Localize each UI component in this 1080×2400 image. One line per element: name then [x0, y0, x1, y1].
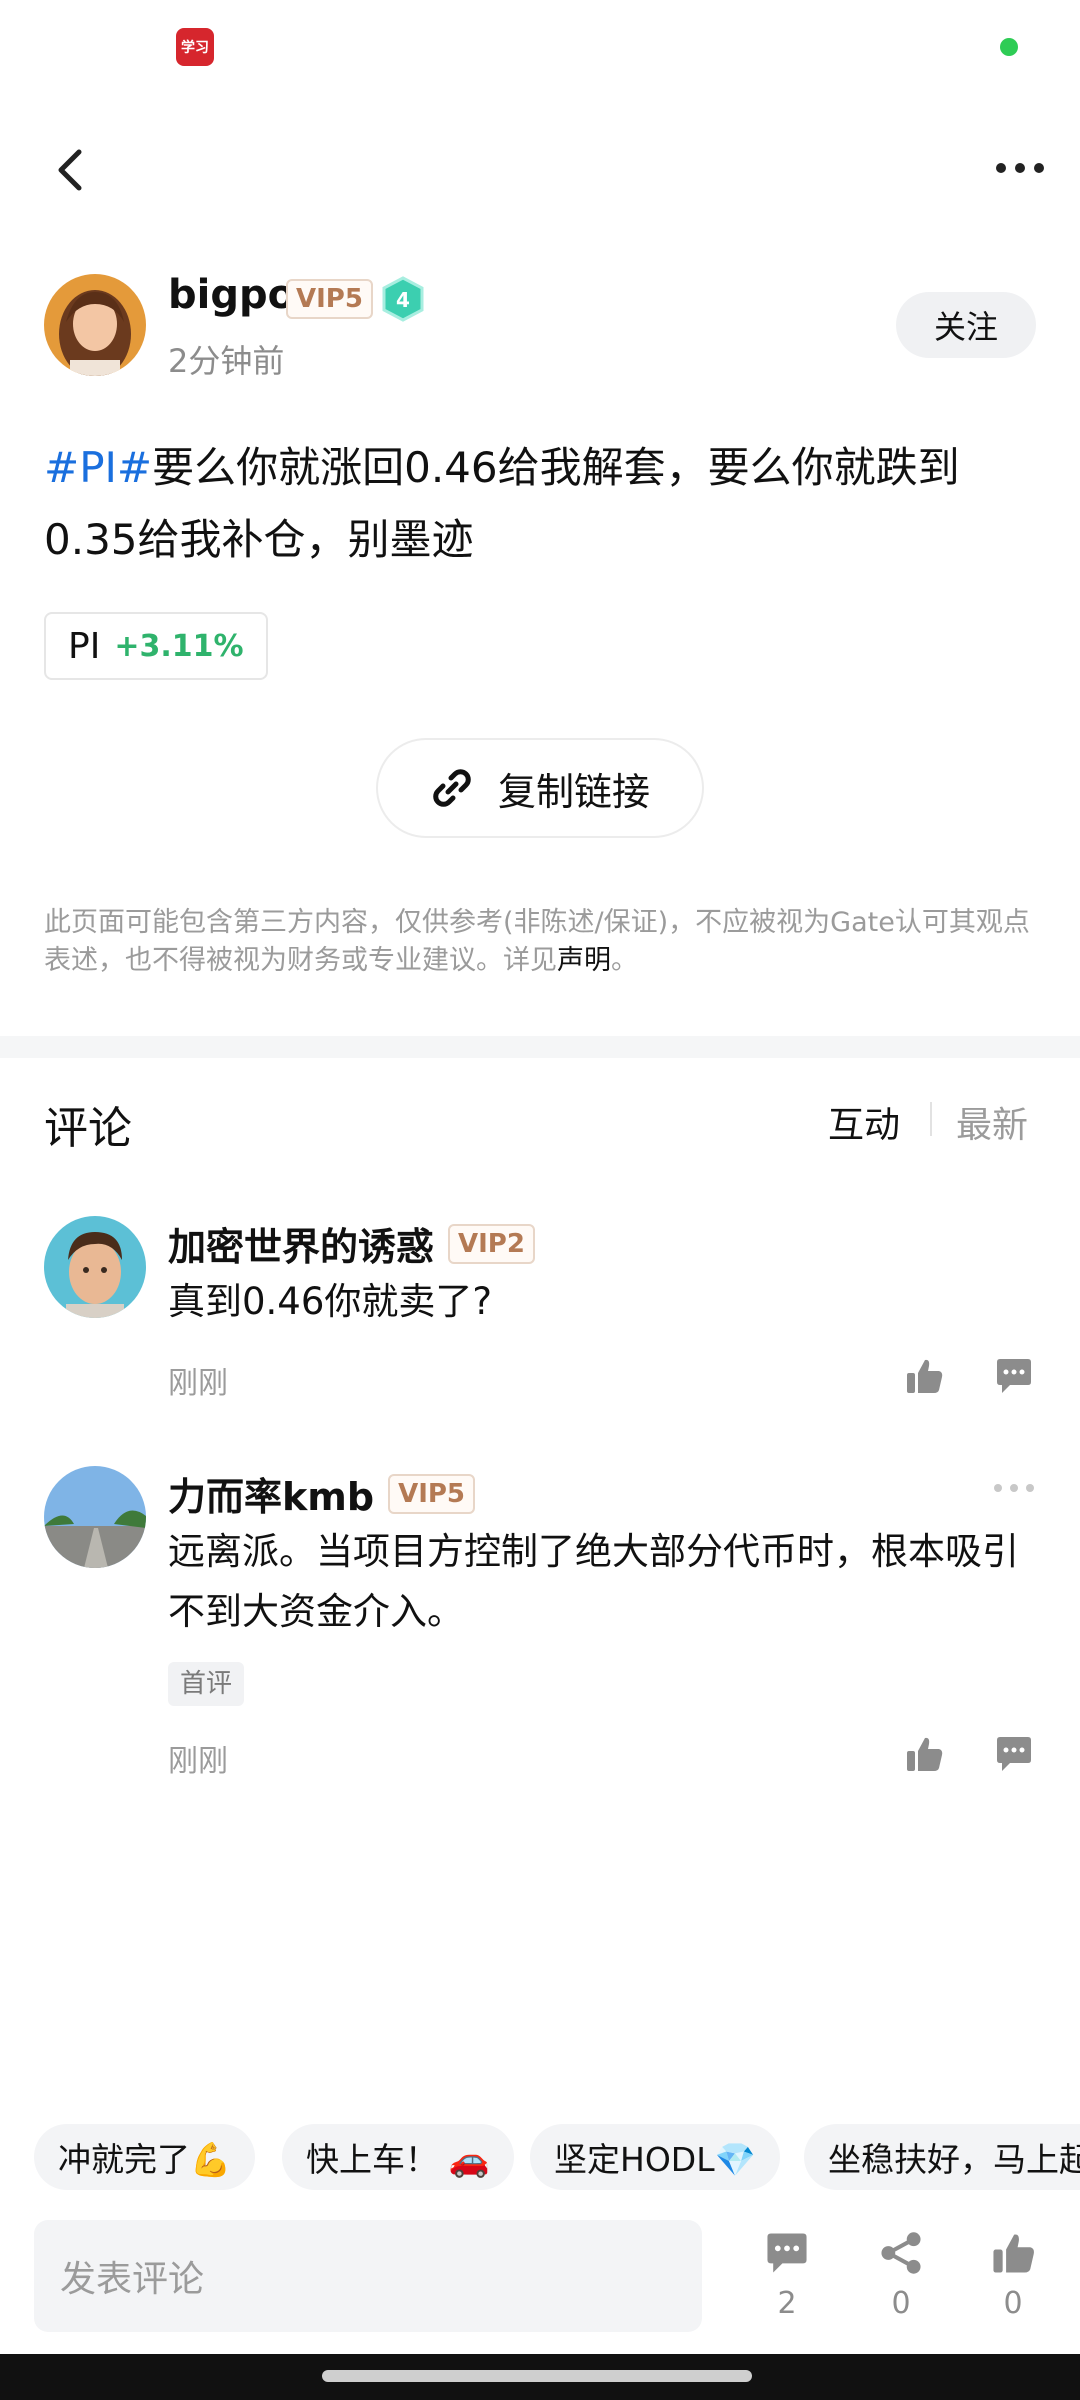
quick-reply-chip[interactable]: 快上车！ 🚗: [282, 2124, 514, 2190]
more-options-button[interactable]: [990, 150, 1050, 186]
author-name[interactable]: bigpo: [168, 272, 295, 318]
copy-link-button[interactable]: 复制链接: [376, 738, 704, 838]
comments-title: 评论: [44, 1103, 132, 1154]
comments-count: 2: [777, 2286, 797, 2321]
first-comment-tag: 首评: [168, 1662, 245, 1706]
level-badge: 4: [380, 276, 426, 322]
comment-header: 加密世界的诱惑 VIP2: [168, 1216, 535, 1271]
level-hexagon-icon: 4: [382, 276, 424, 322]
like-button[interactable]: [904, 1734, 944, 1774]
disclaimer-link[interactable]: 声明: [557, 945, 611, 976]
reply-button[interactable]: [994, 1734, 1034, 1774]
status-indicator-dot: [1000, 38, 1018, 56]
more-dots-icon: [994, 1484, 1002, 1492]
vip-badge: VIP5: [388, 1473, 476, 1514]
comment-more-button[interactable]: [994, 1484, 1034, 1492]
svg-text:4: 4: [396, 288, 410, 312]
share-button[interactable]: 0: [866, 2230, 936, 2321]
comment-author-name[interactable]: 力而率kmb: [168, 1466, 374, 1521]
sort-divider: [930, 1102, 932, 1136]
like-post-button[interactable]: 0: [978, 2230, 1048, 2321]
more-dots-icon: [996, 163, 1006, 173]
link-icon: [433, 769, 471, 807]
vip-badge: VIP2: [448, 1223, 535, 1264]
ticker-symbol: PI: [68, 625, 101, 667]
comment-text: 真到0.46你就卖了?: [168, 1280, 493, 1323]
quick-reply-chip[interactable]: 冲就完了💪: [34, 2124, 256, 2190]
comment-bubble-icon: [767, 2233, 807, 2273]
post-content: #PI#要么你就涨回0.46给我解套，要么你就跌到0.35给我补仓，别墨迹: [44, 432, 1034, 576]
hashtag-link[interactable]: #PI#: [44, 443, 152, 492]
comment-time: 刚刚: [168, 1366, 228, 1401]
sort-tab-latest[interactable]: 最新: [956, 1096, 1028, 1148]
comment-header: 力而率kmb VIP5: [168, 1466, 476, 1521]
thumbs-up-icon: [993, 2234, 1034, 2273]
quick-reply-chip[interactable]: 坚定HODL💎: [530, 2124, 780, 2190]
home-indicator[interactable]: [322, 2370, 752, 2382]
section-divider: [0, 1036, 1080, 1058]
post-text: 要么你就涨回0.46给我解套，要么你就跌到0.35给我补仓，别墨迹: [44, 443, 960, 564]
likes-count: 0: [1003, 2286, 1023, 2321]
ticker-chip[interactable]: PI +3.11%: [44, 612, 268, 680]
reply-button[interactable]: [994, 1356, 1034, 1396]
copy-link-label: 复制链接: [497, 769, 650, 814]
back-button[interactable]: [44, 140, 96, 200]
shares-count: 0: [891, 2286, 911, 2321]
comments-count-button[interactable]: 2: [752, 2230, 822, 2321]
post-time: 2分钟前: [168, 342, 285, 380]
comment-text: 远离派。当项目方控制了绝大部分代币时，根本吸引不到大资金介入。: [168, 1530, 1019, 1633]
comment-bubble-icon: [997, 1737, 1031, 1771]
disclaimer: 此页面可能包含第三方内容，仅供参考(非陈述/保证)，不应被视为Gate认可其观点…: [44, 907, 1030, 976]
ticker-change: +3.11%: [114, 628, 244, 664]
status-app-icon: 学习: [176, 28, 214, 66]
thumbs-up-icon: [907, 1359, 943, 1393]
like-button[interactable]: [904, 1356, 944, 1396]
comment-input[interactable]: 发表评论: [34, 2220, 702, 2332]
vip-badge: VIP5: [286, 279, 373, 319]
follow-button[interactable]: 关注: [896, 292, 1036, 358]
share-icon: [881, 2232, 921, 2274]
comment-avatar[interactable]: [44, 1466, 146, 1568]
comment-time: 刚刚: [168, 1744, 228, 1779]
comment-bubble-icon: [997, 1359, 1031, 1393]
thumbs-up-icon: [907, 1737, 943, 1771]
quick-reply-chip[interactable]: 坐稳扶好，马上起: [804, 2124, 1080, 2190]
chevron-left-icon: [58, 149, 82, 191]
comment-avatar[interactable]: [44, 1216, 146, 1318]
author-avatar[interactable]: [44, 274, 146, 376]
sort-tab-interactive[interactable]: 互动: [828, 1096, 900, 1148]
comment-author-name[interactable]: 加密世界的诱惑: [168, 1216, 434, 1271]
